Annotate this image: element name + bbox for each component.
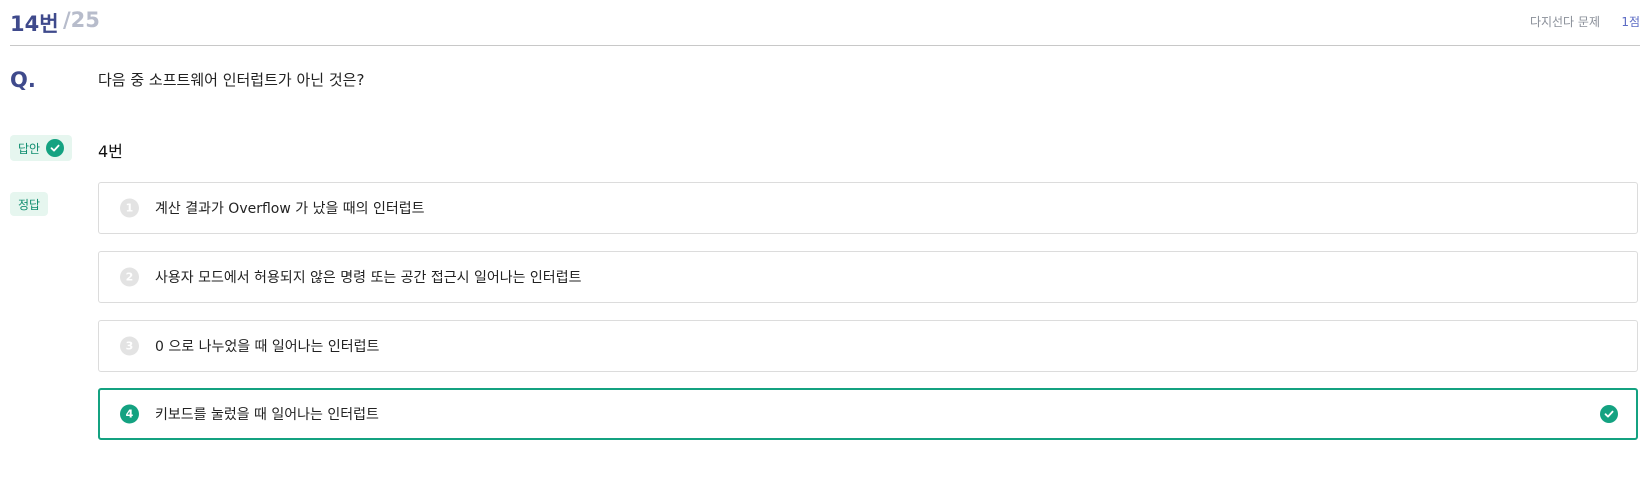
option-number: 2 [120,267,139,287]
option-3[interactable]: 3 0 으로 나누었을 때 일어나는 인터럽트 [98,320,1638,372]
question-points: 1점 [1621,15,1640,29]
option-text: 계산 결과가 Overflow 가 났을 때의 인터럽트 [155,201,425,217]
option-number: 3 [120,336,139,356]
option-text: 0 으로 나누었을 때 일어나는 인터럽트 [155,339,380,355]
check-circle-icon [1600,405,1618,423]
correct-answer-badge: 정답 [10,192,49,216]
option-2[interactable]: 2 사용자 모드에서 허용되지 않은 명령 또는 공간 접근시 일어나는 인터럽… [98,251,1638,303]
question-header: 14번 /25 다지선다 문제 1점 [10,6,1640,46]
option-number: 1 [120,198,139,218]
question-label: Q. [10,68,36,92]
correct-answer-label: 정답 [18,197,41,212]
question-type: 다지선다 문제 [1529,15,1600,29]
option-text: 키보드를 눌렀을 때 일어나는 인터럽트 [155,407,379,423]
check-circle-icon [46,139,65,157]
question-text: 다음 중 소프트웨어 인터럽트가 아닌 것은? [98,71,365,89]
quiz-result-page: 14번 /25 다지선다 문제 1점 Q. 다음 중 소프트웨어 인터럽트가 아… [0,0,1647,480]
option-1[interactable]: 1 계산 결과가 Overflow 가 났을 때의 인터럽트 [98,182,1638,234]
my-answer-value: 4번 [98,142,123,161]
option-number: 4 [120,404,139,424]
my-answer-label: 답안 [18,141,41,156]
question-number: 14번 [10,12,59,36]
my-answer-badge: 답안 [10,135,73,161]
question-total: /25 [63,8,100,32]
option-text: 사용자 모드에서 허용되지 않은 명령 또는 공간 접근시 일어나는 인터럽트 [155,270,582,286]
option-4[interactable]: 4 키보드를 눌렀을 때 일어나는 인터럽트 [98,388,1638,440]
